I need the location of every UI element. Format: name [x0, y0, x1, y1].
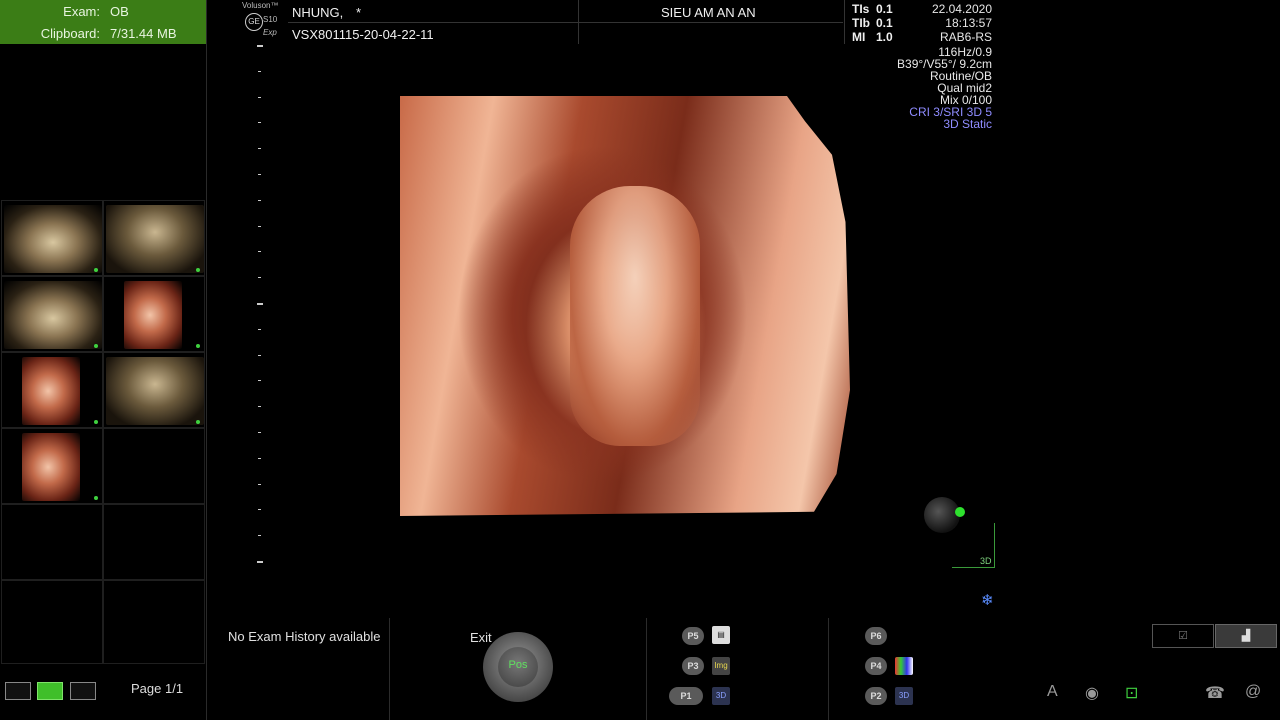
thumbnail-2[interactable]	[103, 200, 205, 276]
datetime-block: 22.04.2020 18:13:57 RAB6-RS	[932, 2, 992, 44]
orientation-label: 3D	[980, 556, 992, 566]
orientation-sphere[interactable]	[924, 497, 960, 533]
thumbnail-empty	[103, 580, 205, 664]
patient-name: NHUNG,	[292, 5, 344, 20]
layout-grid-2x4-button[interactable]	[37, 682, 63, 700]
depth-tick	[258, 406, 261, 408]
safety-indices: TIs 0.1 TIb 0.1 MI 1.0	[852, 2, 893, 44]
header-divider	[578, 0, 579, 44]
p5-button[interactable]: P5	[682, 627, 704, 645]
fetus-render	[570, 186, 700, 446]
depth-tick	[258, 70, 261, 72]
text-annotation-icon[interactable]: A	[1047, 683, 1058, 701]
depth-tick	[258, 432, 261, 433]
thumbnail-3[interactable]	[1, 276, 103, 352]
bar-separator	[828, 618, 829, 720]
exam-value: OB	[110, 4, 129, 19]
thumbnail-5[interactable]	[1, 352, 103, 428]
thumbnail-empty	[1, 504, 103, 580]
patient-flag: *	[356, 5, 362, 20]
exam-history-status: No Exam History available	[228, 629, 381, 644]
layout-single-button[interactable]	[5, 682, 31, 700]
color-print-icon	[895, 657, 913, 675]
tib-value: 0.1	[876, 16, 893, 30]
brand-voluson: Voluson™	[242, 1, 279, 10]
mi-label: MI	[852, 30, 866, 44]
probe-name: RAB6-RS	[939, 30, 992, 44]
probe-icon[interactable]: ⊡	[1125, 683, 1138, 703]
phone-icon[interactable]: ☎	[1205, 683, 1225, 703]
imaging-params: 116Hz/0.9 B39°/V55°/ 9.2cm Routine/OB Qu…	[897, 46, 992, 130]
print-icon: ▤	[712, 626, 730, 644]
depth-tick	[258, 122, 261, 124]
p2-button[interactable]: P2	[865, 687, 887, 705]
tib-label: TIb	[852, 16, 870, 30]
clipboard-value: 7/31.44 MB	[110, 26, 177, 41]
depth-tick	[258, 277, 261, 279]
depth-tick	[258, 509, 261, 511]
clipboard-thumbnails	[0, 198, 206, 664]
clinic-name: SIEU AM AN AN	[661, 5, 756, 20]
thumbnail-7[interactable]	[1, 428, 103, 504]
depth-tick	[258, 354, 261, 356]
depth-tick	[257, 45, 263, 47]
at-icon[interactable]: @	[1245, 683, 1261, 701]
depth-tick	[258, 96, 261, 98]
p4-button[interactable]: P4	[865, 657, 887, 675]
mi-value: 1.0	[876, 30, 893, 44]
bar-separator	[389, 618, 390, 720]
depth-tick	[258, 328, 261, 330]
ultrasound-3d-render[interactable]	[400, 96, 850, 516]
exam-header: Exam: OB Clipboard: 7/31.44 MB	[0, 0, 206, 44]
depth-tick	[258, 251, 261, 253]
thumbnail-1[interactable]	[1, 200, 103, 276]
tis-value: 0.1	[876, 2, 893, 16]
ge-logo-icon: GE	[245, 13, 263, 31]
trackball-pos-label: Pos	[508, 659, 528, 671]
chart-button[interactable]: ▟	[1215, 624, 1277, 648]
exit-label: Exit	[470, 630, 492, 645]
header-divider	[844, 0, 845, 44]
p1-button[interactable]: P1	[669, 687, 703, 705]
header-divider	[288, 22, 843, 23]
exam-date: 22.04.2020	[931, 2, 992, 16]
param-mode: 3D Static	[943, 117, 992, 131]
brand-edition: Exp	[263, 28, 277, 37]
depth-tick	[258, 457, 261, 459]
snowflake-icon[interactable]: ❄	[981, 591, 994, 609]
layout-grid-3x3-button[interactable]	[70, 682, 96, 700]
exam-label: Exam:	[63, 4, 100, 19]
depth-tick	[257, 303, 263, 305]
thumbnail-empty	[103, 428, 205, 504]
p6-button[interactable]: P6	[865, 627, 887, 645]
depth-tick	[258, 148, 261, 150]
depth-tick	[257, 561, 263, 563]
page-indicator: Page 1/1	[131, 681, 184, 696]
thumbnail-empty	[1, 580, 103, 664]
p3-button[interactable]: P3	[682, 657, 704, 675]
globe-icon[interactable]: ◉	[1085, 683, 1099, 703]
brand-model: S10	[263, 15, 278, 24]
disk-icon: 3D	[712, 687, 730, 705]
orientation-marker	[955, 507, 965, 517]
thumbnail-empty	[103, 504, 205, 580]
bar-separator	[646, 618, 647, 720]
thumbnail-4[interactable]	[103, 276, 205, 352]
disk-icon: 3D	[895, 687, 913, 705]
depth-tick	[258, 380, 261, 382]
checklist-button[interactable]: ☑	[1152, 624, 1214, 648]
clipboard-label: Clipboard:	[40, 26, 100, 41]
depth-tick	[258, 483, 261, 485]
tis-label: TIs	[852, 2, 870, 16]
patient-id: VSX801115-20-04-22-11	[292, 27, 434, 42]
depth-tick	[258, 199, 261, 201]
depth-tick	[258, 225, 261, 227]
depth-tick	[258, 535, 261, 537]
depth-tick	[258, 174, 261, 175]
thumbnail-6[interactable]	[103, 352, 205, 428]
exam-time: 18:13:57	[945, 16, 992, 30]
image-icon: Img	[712, 657, 730, 675]
